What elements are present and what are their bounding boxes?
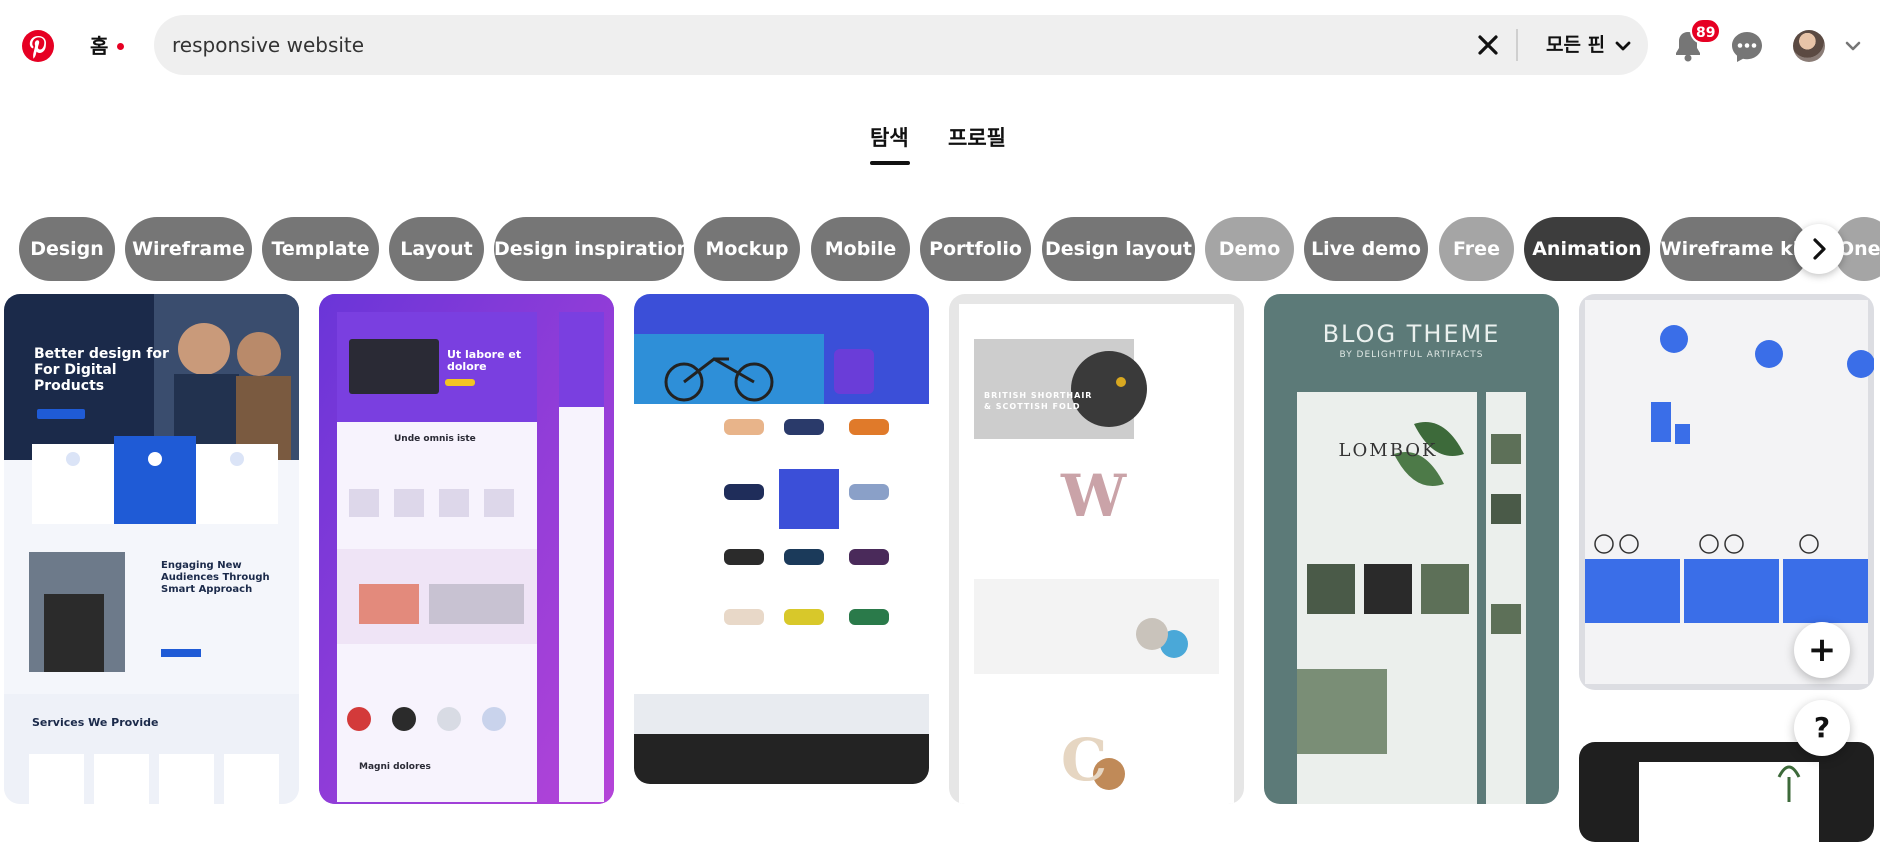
pin-card[interactable] — [1579, 742, 1874, 842]
chip-wireframe-kit[interactable]: Wireframe kit — [1660, 217, 1809, 281]
related-search-chips: Design Wireframe Template Layout Design … — [0, 217, 1880, 281]
pin-headline: Better design for For Digital Products — [34, 346, 169, 394]
search-result-tabs: 탐색 프로필 — [0, 118, 1880, 168]
chip-free[interactable]: Free — [1439, 217, 1514, 281]
search-scope-dropdown[interactable]: 모든 핀 — [1546, 15, 1605, 75]
pin-subhead: BY DELIGHTFUL ARTIFACTS — [1339, 350, 1484, 360]
chip-live-demo[interactable]: Live demo — [1304, 217, 1428, 281]
chip-design-layout[interactable]: Design layout — [1042, 217, 1195, 281]
chip-mobile[interactable]: Mobile — [811, 217, 910, 281]
pin-headline: BRITISH SHORTHAIR & SCOTTISH FOLD — [984, 391, 1093, 411]
pin-card[interactable]: Better design for For Digital Products E… — [4, 294, 299, 804]
chip-demo[interactable]: Demo — [1205, 217, 1294, 281]
pin-card[interactable]: Ut labore et dolore Unde omnis iste Magn… — [319, 294, 614, 804]
pin-card[interactable] — [634, 294, 929, 784]
chip-layout[interactable]: Layout — [389, 217, 484, 281]
pin-image — [1639, 762, 1819, 842]
pin-grid: Better design for For Digital Products E… — [0, 294, 1880, 842]
chip-mockup[interactable]: Mockup — [694, 217, 800, 281]
pin-headline: Ut labore et dolore — [447, 348, 522, 373]
chevron-right-icon — [1813, 238, 1826, 260]
pin-footer: C — [1061, 726, 1108, 794]
search-bar: 모든 핀 — [154, 15, 1648, 75]
clear-search-icon[interactable] — [1474, 31, 1502, 59]
account-chevron-down-icon[interactable] — [1843, 36, 1863, 56]
chip-wireframe[interactable]: Wireframe — [125, 217, 252, 281]
pin-subhead: W — [1061, 462, 1127, 530]
pin-image — [1297, 392, 1526, 804]
messages-icon[interactable] — [1728, 28, 1766, 66]
top-navigation-bar: 홈 모든 핀 89 — [0, 0, 1880, 92]
chip-design-inspiration[interactable]: Design inspiration — [494, 217, 690, 281]
pin-footer: Services We Provide — [32, 716, 159, 729]
tab-profiles[interactable]: 프로필 — [948, 118, 1006, 158]
add-pin-button[interactable]: + — [1794, 622, 1850, 678]
notification-count-badge: 89 — [1690, 18, 1722, 44]
chip-portfolio[interactable]: Portfolio — [920, 217, 1031, 281]
pin-subhead: Unde omnis iste — [394, 434, 476, 444]
active-tab-indicator — [870, 161, 910, 165]
pin-subhead: Engaging New Audiences Through Smart App… — [161, 560, 270, 595]
help-button[interactable]: ? — [1794, 700, 1850, 756]
home-notification-dot — [117, 43, 124, 50]
pin-card[interactable]: BLOG THEME BY DELIGHTFUL ARTIFACTS LOMBO… — [1264, 294, 1559, 804]
pin-footer: Magni dolores — [359, 762, 431, 772]
pin-headline: BLOG THEME — [1322, 320, 1501, 348]
chip-design[interactable]: Design — [19, 217, 115, 281]
chips-scroll-right-button[interactable] — [1794, 224, 1844, 274]
chip-animation[interactable]: Animation — [1524, 217, 1650, 281]
pin-footer: LOMBOK — [1338, 440, 1438, 461]
search-divider — [1516, 29, 1518, 61]
user-avatar[interactable] — [1793, 30, 1825, 62]
home-link[interactable]: 홈 — [90, 31, 108, 61]
search-input[interactable] — [172, 15, 1472, 75]
tab-explore[interactable]: 탐색 — [870, 118, 909, 158]
chevron-down-icon[interactable] — [1614, 37, 1632, 55]
pinterest-logo-icon[interactable] — [22, 30, 54, 62]
chip-template[interactable]: Template — [262, 217, 379, 281]
pin-image — [634, 294, 929, 784]
pin-card[interactable]: BRITISH SHORTHAIR & SCOTTISH FOLD W C — [949, 294, 1244, 804]
